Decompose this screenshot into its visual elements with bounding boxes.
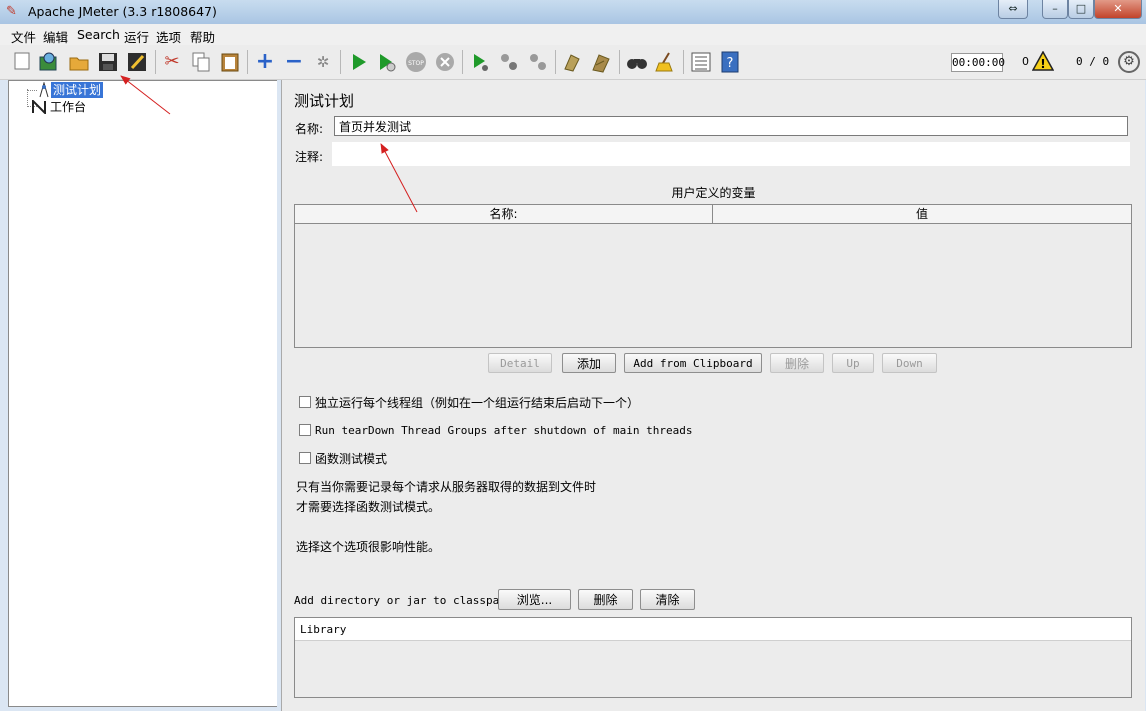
menu-search[interactable]: Search [77, 27, 120, 42]
collapse-icon[interactable]: − [283, 51, 305, 73]
search-icon[interactable] [626, 51, 648, 73]
test-plan-panel: 测试计划 名称: 首页并发测试 注释: 用户定义的变量 名称: 值 Detail… [281, 80, 1145, 711]
tree-node-label: 工作台 [50, 100, 87, 114]
table-header: 名称: 值 [295, 205, 1131, 224]
delete-button[interactable]: 删除 [770, 353, 824, 373]
functional-mode-help-line2: 才需要选择函数测试模式。 [296, 500, 441, 514]
resize-icon[interactable]: ⇔ [998, 0, 1028, 19]
menu-file[interactable]: 文件 [11, 27, 36, 46]
name-label: 名称: [295, 122, 324, 136]
comment-input[interactable] [332, 142, 1130, 166]
window-title: Apache JMeter (3.3 r1808647) [28, 4, 217, 19]
templates-icon[interactable] [38, 51, 60, 73]
clear-icon[interactable] [561, 51, 583, 73]
column-name-header[interactable]: 名称: [295, 205, 713, 223]
svg-text:STOP: STOP [408, 60, 424, 67]
panel-title: 测试计划 [294, 92, 355, 110]
warning-icon[interactable]: ! [1031, 50, 1055, 71]
save-icon[interactable] [97, 51, 119, 73]
jmeter-feather-icon: ✎ [6, 4, 17, 19]
cut-icon[interactable]: ✂ [161, 51, 183, 73]
browse-button[interactable]: 浏览... [498, 589, 571, 610]
close-button[interactable]: ✕ [1094, 0, 1142, 19]
library-header: Library [295, 618, 1131, 641]
menu-bar: 文件 编辑 Search 运行 选项 帮助 [0, 24, 1146, 45]
menu-help[interactable]: 帮助 [190, 27, 215, 46]
maximize-button[interactable]: □ [1068, 0, 1094, 19]
tree-node-label: 测试计划 [51, 82, 104, 98]
add-button[interactable]: 添加 [562, 353, 616, 373]
functional-mode-label: 函数测试模式 [315, 452, 388, 466]
classpath-label: Add directory or jar to classpath [294, 594, 513, 607]
column-value-header[interactable]: 值 [713, 205, 1131, 223]
reset-search-icon[interactable] [655, 51, 677, 73]
detail-button[interactable]: Detail [488, 353, 552, 373]
start-icon[interactable] [348, 51, 370, 73]
add-from-clipboard-button[interactable]: Add from Clipboard [624, 353, 762, 373]
svg-text:?: ? [727, 56, 734, 71]
active-threads: 0 / 0 [1076, 55, 1110, 68]
independent-threadgroups-checkbox[interactable] [299, 396, 311, 408]
menu-options[interactable]: 选项 [156, 27, 181, 46]
remote-stop-icon[interactable] [498, 51, 520, 73]
comment-label: 注释: [295, 150, 324, 164]
teardown-checkbox[interactable] [299, 424, 311, 436]
save-as-icon[interactable] [126, 51, 148, 73]
svg-text:!: ! [1040, 57, 1045, 71]
test-tree: 测试计划 工作台 [8, 80, 279, 707]
classpath-delete-button[interactable]: 删除 [578, 589, 633, 610]
user-variables-table[interactable]: 名称: 值 [294, 204, 1132, 348]
up-button[interactable]: Up [832, 353, 874, 373]
workbench-icon [31, 98, 47, 118]
down-button[interactable]: Down [882, 353, 937, 373]
performance-warning: 选择这个选项很影响性能。 [296, 540, 441, 554]
clear-all-icon[interactable] [590, 51, 612, 73]
functional-mode-checkbox[interactable] [299, 452, 311, 464]
help-icon[interactable]: ? [719, 51, 741, 73]
copy-icon[interactable] [190, 51, 212, 73]
title-bar: ✎ Apache JMeter (3.3 r1808647) ⇔ – □ ✕ [0, 0, 1146, 25]
independent-threadgroups-label: 独立运行每个线程组（例如在一个组运行结束后启动下一个） [315, 396, 640, 410]
remote-start-icon[interactable] [469, 51, 491, 73]
shutdown-icon[interactable] [434, 51, 456, 73]
name-input[interactable]: 首页并发测试 [334, 116, 1128, 136]
functional-mode-help-line1: 只有当你需要记录每个请求从服务器取得的数据到文件时 [296, 480, 597, 494]
toggle-icon[interactable]: ✲ [312, 51, 334, 73]
paste-icon[interactable] [219, 51, 241, 73]
minimize-button[interactable]: – [1042, 0, 1068, 19]
function-helper-icon[interactable] [690, 51, 712, 73]
teardown-label: Run tearDown Thread Groups after shutdow… [315, 424, 693, 437]
toolbar: ✂ + − ✲ STOP ? 00:00:00 0 ! 0 / 0 ⚙ [0, 45, 1146, 80]
error-count: 0 [1022, 55, 1029, 68]
new-icon[interactable] [11, 51, 33, 73]
start-no-pause-icon[interactable] [376, 51, 398, 73]
menu-edit[interactable]: 编辑 [43, 27, 68, 46]
user-variables-title: 用户定义的变量 [671, 186, 756, 200]
open-icon[interactable] [68, 51, 90, 73]
remote-shutdown-icon[interactable] [527, 51, 549, 73]
menu-run[interactable]: 运行 [124, 27, 149, 46]
classpath-clear-button[interactable]: 清除 [640, 589, 695, 610]
test-plan-icon [39, 82, 49, 98]
expand-icon[interactable]: + [254, 51, 276, 73]
stop-icon[interactable]: STOP [405, 51, 427, 73]
remote-status-icon[interactable]: ⚙ [1118, 51, 1140, 73]
classpath-library-table[interactable]: Library [294, 617, 1132, 698]
library-column-header[interactable]: Library [300, 623, 346, 636]
elapsed-timer: 00:00:00 [951, 53, 1005, 72]
